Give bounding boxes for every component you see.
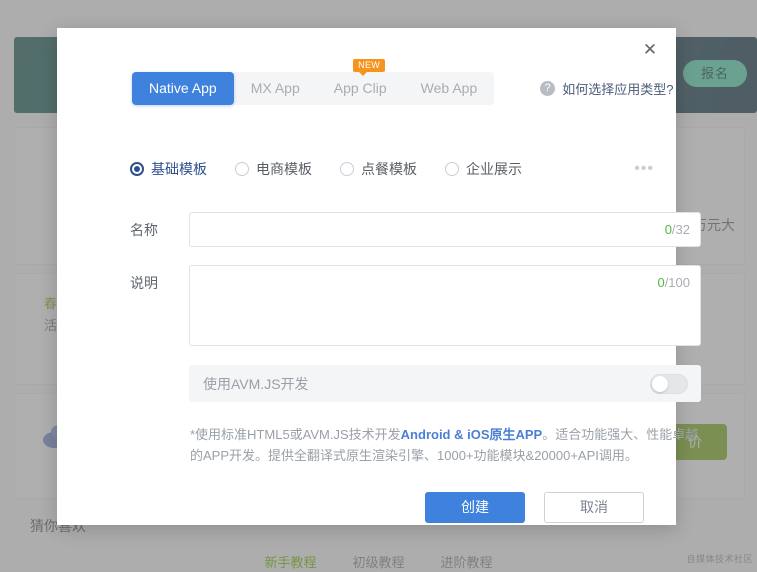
- name-input-box[interactable]: 0/32: [189, 212, 701, 247]
- radio-dot-icon: [235, 162, 249, 176]
- create-button[interactable]: 创建: [425, 492, 525, 523]
- more-templates-icon[interactable]: •••: [634, 161, 656, 177]
- create-app-dialog: ✕ Native App MX App NEW App Clip Web App…: [57, 28, 701, 525]
- name-field-row: 名称 0/32: [130, 212, 701, 247]
- radio-enterprise-template-label: 企业展示: [466, 161, 522, 177]
- close-icon[interactable]: ✕: [637, 37, 663, 63]
- new-badge: NEW: [353, 59, 386, 76]
- name-field-label: 名称: [130, 222, 158, 238]
- footnote-prefix: *使用标准HTML5或AVM.JS技术开发: [190, 427, 401, 442]
- avm-toggle-row[interactable]: 使用AVM.JS开发: [189, 365, 701, 402]
- dialog-actions: 创建 取消: [425, 492, 644, 523]
- radio-ordering-template[interactable]: 点餐模板: [340, 159, 417, 179]
- help-link-label: 如何选择应用类型?: [562, 82, 674, 97]
- radio-ecommerce-template[interactable]: 电商模板: [235, 159, 312, 179]
- app-type-tabs: Native App MX App NEW App Clip Web App: [132, 59, 495, 105]
- description-textarea[interactable]: [190, 266, 700, 345]
- radio-ecommerce-template-label: 电商模板: [256, 161, 312, 177]
- tab-native-app-label: Native App: [149, 80, 217, 96]
- tab-mx-app-label: MX App: [250, 80, 300, 96]
- radio-ordering-template-label: 点餐模板: [361, 161, 417, 177]
- tab-mx-app[interactable]: MX App: [234, 72, 317, 105]
- tab-app-clip-label: App Clip: [333, 80, 387, 96]
- tab-app-clip[interactable]: NEW App Clip: [317, 59, 404, 105]
- app-type-tab-row: Native App MX App NEW App Clip Web App ?…: [132, 59, 673, 105]
- radio-basic-template-label: 基础模板: [151, 161, 207, 177]
- template-radio-group: 基础模板 电商模板 点餐模板 企业展示 •••: [130, 159, 656, 179]
- radio-basic-template[interactable]: 基础模板: [130, 159, 207, 179]
- description-input-box[interactable]: 0/100: [189, 265, 701, 346]
- radio-dot-icon: [445, 162, 459, 176]
- help-link[interactable]: ? 如何选择应用类型?: [540, 79, 673, 98]
- cancel-button[interactable]: 取消: [544, 492, 644, 523]
- radio-dot-icon: [130, 162, 144, 176]
- tab-native-app[interactable]: Native App: [132, 72, 234, 105]
- radio-dot-icon: [340, 162, 354, 176]
- tab-web-app[interactable]: Web App: [404, 72, 495, 105]
- footnote-highlight: Android & iOS原生APP: [400, 427, 543, 442]
- description-field-row: 说明 0/100: [130, 265, 701, 346]
- radio-enterprise-template[interactable]: 企业展示: [445, 159, 522, 179]
- avm-toggle-label: 使用AVM.JS开发: [203, 375, 309, 392]
- footnote-text: *使用标准HTML5或AVM.JS技术开发Android & iOS原生APP。…: [190, 424, 701, 466]
- tab-web-app-label: Web App: [420, 80, 478, 96]
- avm-toggle-switch[interactable]: [650, 373, 688, 394]
- toggle-knob: [652, 375, 668, 392]
- question-mark-icon: ?: [540, 81, 556, 96]
- description-field-label: 说明: [130, 275, 158, 291]
- name-input[interactable]: [190, 213, 700, 246]
